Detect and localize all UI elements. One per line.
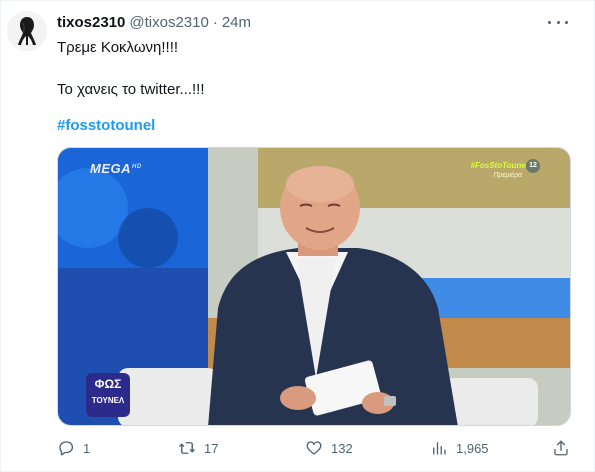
more-dot xyxy=(565,20,568,24)
reply-icon xyxy=(59,441,74,456)
retweet-button[interactable]: 17 xyxy=(178,437,218,459)
tweet-header: tixos2310 @tixos2310 · 24m xyxy=(57,12,251,32)
show-subtitle: Πρεμιέρα xyxy=(493,172,522,179)
tweet-card[interactable]: tixos2310 @tixos2310 · 24m Τρεμε Κοκλωνη… xyxy=(0,0,595,472)
program-logo: ΦΩΣ ΤΟΥΝΕΛ xyxy=(86,373,130,417)
share-icon xyxy=(554,440,568,456)
show-hashtag: #FosStoTounel xyxy=(470,161,528,170)
reply-count: 1 xyxy=(83,440,91,456)
program-logo-bottom: ΤΟΥΝΕΛ xyxy=(91,396,125,405)
avatar-image xyxy=(7,11,47,51)
share-button[interactable] xyxy=(552,437,570,459)
views-icon xyxy=(433,442,446,455)
more-dot xyxy=(548,20,551,24)
tweet-text-line-1: Τρεμε Κοκλωνη!!!! xyxy=(57,39,179,56)
user-handle[interactable]: @tixos2310 xyxy=(129,14,208,31)
tweet-text-line-2: Το χανεις το twitter...!!! xyxy=(57,81,205,98)
reply-button[interactable]: 1 xyxy=(57,437,90,459)
like-button[interactable]: 132 xyxy=(305,437,353,459)
separator-dot: · xyxy=(212,13,218,31)
age-rating-badge: 12 xyxy=(526,159,540,173)
timestamp[interactable]: 24m xyxy=(222,14,251,31)
channel-logo: MEGAHD xyxy=(90,161,142,176)
channel-hd-label: HD xyxy=(132,163,142,170)
tweet-media-image[interactable]: MEGAHD #FosStoTounel Πρεμιέρα 12 ΦΩΣ ΤΟΥ… xyxy=(57,147,571,426)
tv-scene-image xyxy=(58,148,570,425)
hashtag-link[interactable]: #fosstotounel xyxy=(57,117,155,134)
program-logo-top: ΦΩΣ xyxy=(94,377,122,391)
retweet-count: 17 xyxy=(204,440,219,456)
display-name[interactable]: tixos2310 xyxy=(57,14,125,31)
views-count: 1,965 xyxy=(456,440,489,456)
retweet-icon xyxy=(179,442,195,454)
views-button[interactable]: 1,965 xyxy=(430,437,489,459)
more-dot xyxy=(556,20,560,24)
more-options-icon[interactable] xyxy=(548,15,568,29)
avatar[interactable] xyxy=(7,11,47,51)
tweet-actions: 1 17 132 1,965 xyxy=(57,437,571,459)
like-count: 132 xyxy=(331,440,353,456)
heart-icon xyxy=(306,441,322,455)
channel-logo-text: MEGA xyxy=(90,161,131,176)
